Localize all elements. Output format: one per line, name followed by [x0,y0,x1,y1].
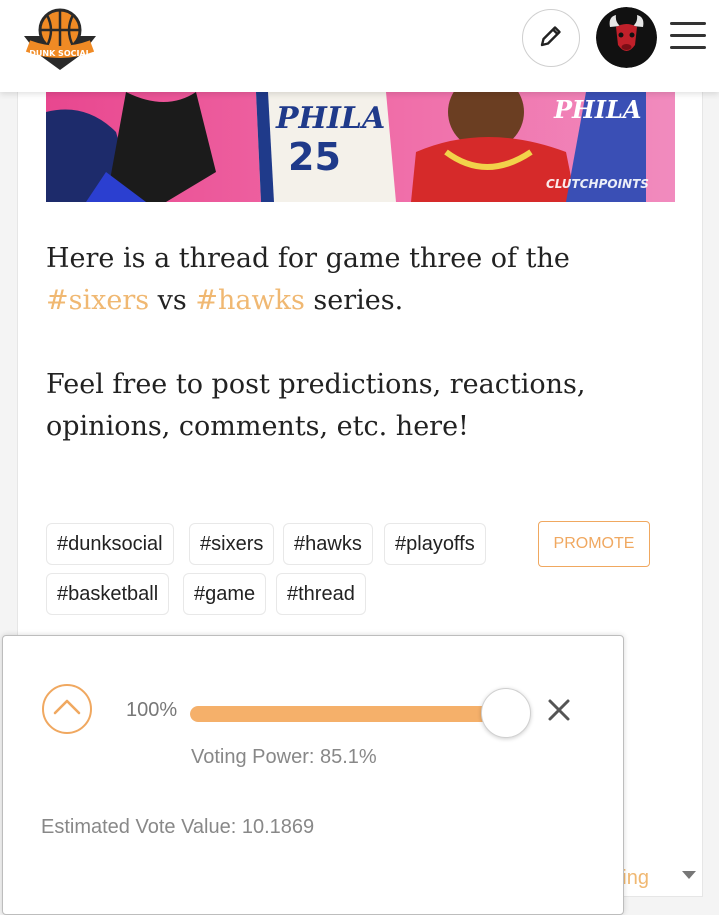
promote-button[interactable]: PROMOTE [538,521,650,567]
svg-text:CLUTCHPOINTS: CLUTCHPOINTS [546,177,649,191]
tag-chip-basketball[interactable]: #basketball [46,573,170,615]
tag-chip-playoffs[interactable]: #playoffs [384,523,486,565]
dunk-social-logo[interactable]: DUNK SOCIAL [20,6,100,74]
pencil-icon [538,23,564,54]
vote-weight-slider-handle[interactable] [481,688,531,738]
edit-post-button[interactable] [522,9,580,67]
vote-weight-percent: 100% [126,699,178,721]
chevron-up-icon [52,697,82,722]
tag-chip-dunksocial[interactable]: #dunksocial [46,523,174,565]
estimated-vote-value-text: Estimated Vote Value: 10.1869 [41,816,315,838]
post-paragraph-2: Feel free to post predictions, reactions… [46,369,586,442]
upvote-button[interactable] [42,684,92,734]
svg-text:DUNK SOCIAL: DUNK SOCIAL [29,49,91,58]
tag-chip-sixers[interactable]: #sixers [189,523,275,565]
close-vote-button[interactable] [546,697,572,723]
vote-weight-slider-track[interactable] [190,706,506,722]
post-paragraph-1: Here is a thread for game three of the #… [46,243,570,316]
vote-weight-slider-fill [190,706,506,722]
svg-text:PHILA: PHILA [275,101,385,136]
post-banner-image: PHILA 25 PHILA CLUTCHPOINTS [46,92,675,202]
hashtag-link-hawks[interactable]: #hawks [195,285,304,316]
tag-chip-thread[interactable]: #thread [276,573,366,615]
post-body: Here is a thread for game three of the #… [46,238,676,490]
top-navbar: DUNK SOCIAL [0,0,719,92]
hamburger-menu-button[interactable] [670,22,706,54]
vote-popup: 100% Voting Power: 85.1% Estimated Vote … [2,635,624,915]
user-avatar[interactable] [596,7,657,68]
svg-text:PHILA: PHILA [553,95,641,124]
voting-power-text: Voting Power: 85.1% [191,746,377,768]
tag-chip-hawks[interactable]: #hawks [283,523,373,565]
hashtag-link-sixers[interactable]: #sixers [46,285,149,316]
close-icon [546,699,572,727]
svg-text:25: 25 [288,135,341,179]
tag-chip-game[interactable]: #game [183,573,267,615]
caret-down-icon[interactable] [682,871,696,879]
